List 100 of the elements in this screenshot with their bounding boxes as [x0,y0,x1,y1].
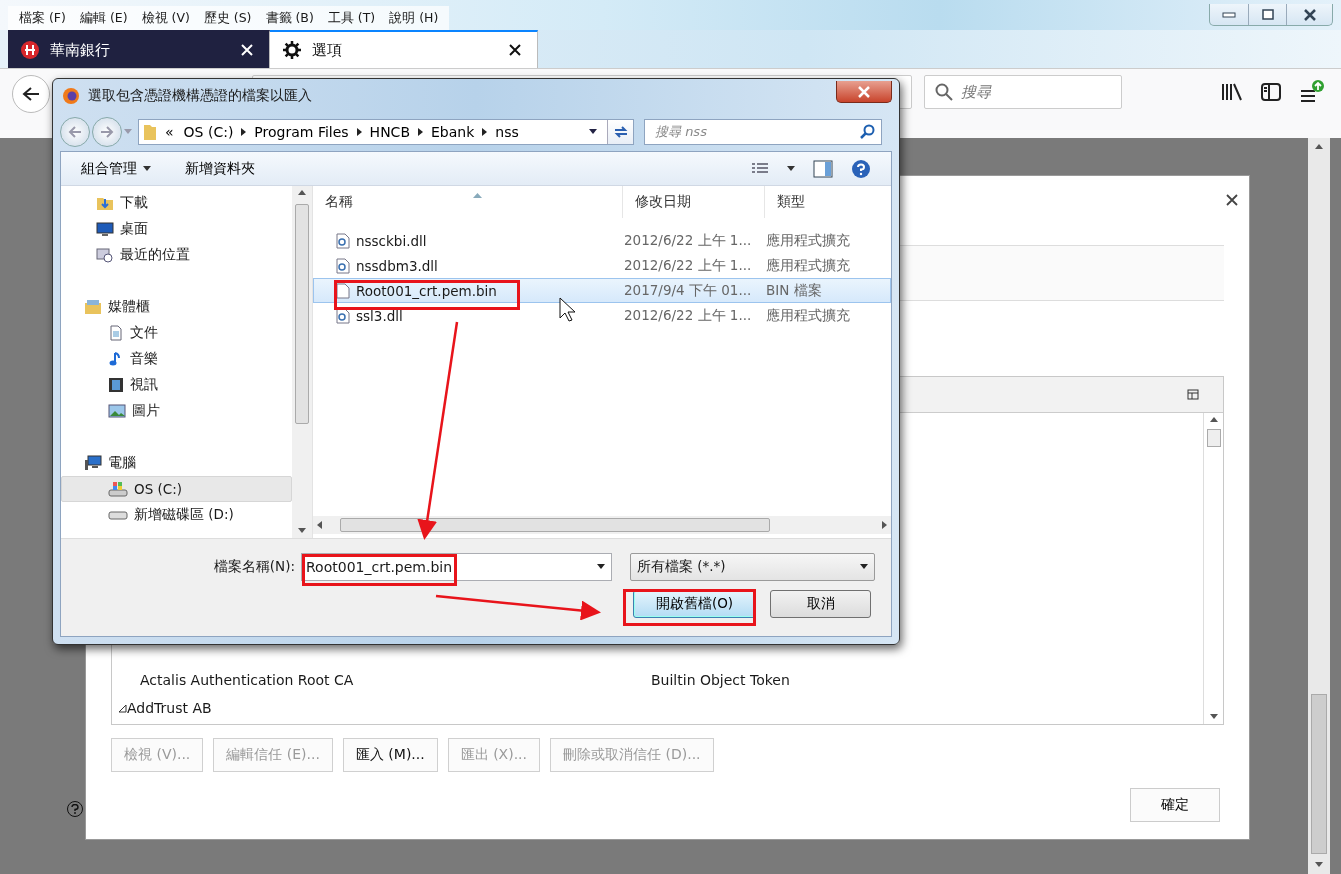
menu-icon[interactable] [1299,79,1325,105]
organize-button[interactable]: 組合管理 [81,159,151,178]
maximize-icon [1261,9,1274,20]
file-date: 2017/9/4 下午 01... [624,281,753,300]
caret-icon [589,129,597,135]
file-row[interactable]: Root001_crt.pem.bin 2017/9/4 下午 01... BIN 檔案 [313,278,891,303]
recent-places-icon [96,247,114,263]
breadcrumb-item[interactable]: HNCB [367,124,412,140]
scroll-right-icon[interactable] [882,521,887,529]
cancel-button[interactable]: 取消 [770,590,871,618]
scrollbar-thumb [1206,429,1221,447]
file-name-field[interactable]: Root001_crt.pem.bin [301,553,612,581]
caret-icon [298,528,306,534]
dll-file-icon [336,232,350,249]
breadcrumb-item[interactable]: Ebank [429,124,477,140]
back-button[interactable] [12,75,50,113]
scrollbar-thumb[interactable] [295,204,309,424]
browser-tab[interactable]: 選項 [270,30,538,68]
menu-item[interactable]: 工具 (T) [320,9,383,27]
new-folder-button[interactable]: 新增資料夾 [185,159,255,178]
file-date: 2012/6/22 上午 1... [624,306,753,325]
drive-icon [108,509,128,521]
file-icon [336,282,350,299]
token-name: Builtin Object Token [651,672,790,688]
mouse-pointer-icon [559,297,576,322]
sort-arrow-icon [473,193,482,198]
nav-item[interactable]: 媒體櫃 [61,294,292,320]
library-icon[interactable] [1221,83,1243,101]
search-field[interactable]: 搜尋 [924,75,1122,109]
nav-item[interactable]: OS (C:) [61,476,292,502]
caret-icon [124,129,132,135]
file-type: 應用程式擴充 [766,256,850,275]
menu-item[interactable]: 書籤 (B) [258,9,321,27]
scrollbar-thumb[interactable] [340,518,770,532]
nav-item[interactable]: 桌面 [61,216,292,242]
dialog-title: 選取包含憑證機構憑證的檔案以匯入 [88,87,312,105]
menu-item[interactable]: 檢視 (V) [134,9,197,27]
download-folder-icon [96,195,114,211]
nav-item[interactable]: 文件 [61,320,292,346]
column-picker-icon[interactable] [1187,389,1199,400]
file-type: 應用程式擴充 [766,231,850,250]
expander-icon[interactable] [118,703,127,713]
sidebar-icon[interactable] [1261,83,1281,101]
open-button[interactable]: 開啟舊檔(O) [633,590,756,618]
file-row[interactable]: nssdbm3.dll 2012/6/22 上午 1... 應用程式擴充 [313,253,891,278]
search-field[interactable]: 搜尋 nss [644,119,882,145]
folder-icon [143,123,157,141]
caret-icon [1209,417,1218,423]
browser-logo-icon [62,87,80,105]
file-row[interactable]: nssckbi.dll 2012/6/22 上午 1... 應用程式擴充 [313,228,891,253]
address-bar[interactable]: « OS (C:) Program Files HNCB Ebank nss [138,119,634,145]
dll-file-icon [336,257,350,274]
file-name-label: 檔案名稱(N): [212,558,295,576]
search-icon [935,83,953,101]
caret-icon [1209,714,1218,720]
ok-button[interactable]: 確定 [1130,788,1220,822]
caret-icon [860,564,868,570]
scrollbar-thumb[interactable] [1311,694,1327,854]
breadcrumb-item[interactable]: Program Files [252,124,351,140]
file-row[interactable]: ssl3.dll 2012/6/22 上午 1... 應用程式擴充 [313,303,891,328]
file-type-select[interactable]: 所有檔案 (*.*) [630,553,875,581]
browser-tab[interactable]: 華南銀行 [8,30,270,68]
caret-icon [1315,862,1323,868]
dialog-button[interactable]: 匯入 (M)... [342,738,438,772]
certificate-name: Actalis Authentication Root CA [139,672,355,688]
column-header[interactable]: 類型 [765,186,885,218]
picture-icon [108,404,126,418]
nav-item[interactable]: 新增磁碟區 (D:) [61,502,292,528]
nav-item[interactable]: 下載 [61,190,292,216]
breadcrumb-overflow[interactable]: « [163,124,176,140]
nav-item[interactable]: 最近的位置 [61,242,292,268]
forward-arrow-icon [100,126,114,138]
file-date: 2012/6/22 上午 1... [624,256,753,275]
menu-item[interactable]: 檔案 (F) [12,9,73,27]
back-arrow-icon [68,126,82,138]
help-icon[interactable] [851,158,871,179]
close-button[interactable] [836,81,892,103]
file-type: 應用程式擴充 [766,306,850,325]
nav-item[interactable]: 圖片 [61,398,292,424]
menu-item[interactable]: 編輯 (E) [72,9,135,27]
document-icon [108,325,124,341]
gear-icon [282,40,302,60]
menu-item[interactable]: 歷史 (S) [196,9,259,27]
file-name: nssckbi.dll [356,232,427,249]
view-options-icon[interactable] [751,161,769,176]
file-name: ssl3.dll [356,307,403,324]
nav-item[interactable]: 電腦 [61,450,292,476]
breadcrumb-item[interactable]: OS (C:) [181,124,236,140]
refresh-button[interactable] [607,120,633,144]
caret-icon [597,564,605,570]
column-header[interactable]: 修改日期 [623,186,765,218]
scroll-left-icon[interactable] [317,521,322,529]
caret-icon [143,165,151,172]
breadcrumb-item[interactable]: nss [493,124,521,140]
nav-item[interactable]: 音樂 [61,346,292,372]
preview-pane-icon[interactable] [813,159,833,178]
menu-item[interactable]: 說明 (H) [382,9,446,27]
forward-button[interactable] [92,117,122,147]
refresh-icon [612,125,629,139]
nav-item[interactable]: 視訊 [61,372,292,398]
